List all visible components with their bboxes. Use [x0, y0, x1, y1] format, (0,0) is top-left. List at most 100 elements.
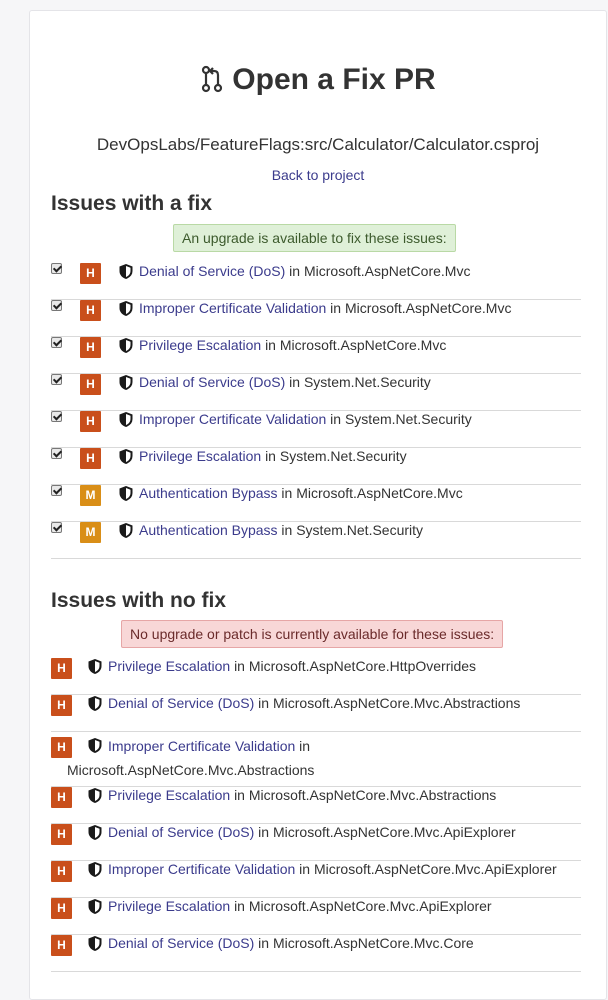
vulnerability-link[interactable]: Privilege Escalation	[139, 337, 261, 353]
severity-badge: H	[51, 824, 72, 845]
issue-text: Privilege Escalation in Microsoft.AspNet…	[139, 337, 446, 353]
in-word: in	[330, 300, 342, 316]
in-word: in	[234, 658, 245, 674]
in-word: in	[234, 898, 245, 914]
shield-icon	[87, 737, 103, 760]
in-word: in	[234, 787, 245, 803]
fixable-issue-row: H Privilege Escalation in System.Net.Secu…	[51, 448, 581, 485]
issue-checkbox[interactable]	[51, 337, 62, 348]
project-path: DevOpsLabs/FeatureFlags:src/Calculator/C…	[96, 135, 540, 154]
issue-text: Authentication Bypass in System.Net.Secu…	[139, 522, 423, 538]
package-name: System.Net.Security	[303, 374, 431, 390]
pull-request-icon	[202, 65, 223, 93]
vulnerability-link[interactable]: Improper Certificate Validation	[139, 300, 326, 316]
issue-text: Privilege Escalation in Microsoft.AspNet…	[108, 787, 496, 803]
package-name: Microsoft.AspNetCore.Mvc.ApiExplorer	[248, 898, 492, 914]
in-word: in	[299, 861, 311, 877]
in-word: in	[299, 738, 311, 754]
severity-badge: H	[51, 658, 72, 679]
vulnerability-link[interactable]: Improper Certificate Validation	[139, 411, 326, 427]
vulnerability-link[interactable]: Denial of Service (DoS)	[108, 935, 254, 951]
unfixable-issue-row: H Privilege Escalation in Microsoft.AspNe…	[51, 658, 581, 695]
severity-badge: H	[80, 448, 101, 469]
issues-with-fix-heading: Issues with a fix	[51, 192, 213, 215]
severity-badge: M	[80, 522, 101, 543]
shield-icon	[118, 448, 134, 465]
fixable-issue-row: H Improper Certificate Validation in Syst…	[51, 411, 581, 448]
unfixable-issue-row: H Improper Certificate Validation in Micro…	[51, 732, 581, 787]
package-name: Microsoft.AspNetCore.Mvc	[296, 485, 463, 501]
severity-badge: H	[51, 787, 72, 808]
upgrade-available-notice: An upgrade is available to fix these iss…	[173, 224, 456, 252]
in-word: in	[258, 935, 270, 951]
fixable-issue-row: H Privilege Escalation in Microsoft.AspNe…	[51, 337, 581, 374]
vulnerability-link[interactable]: Improper Certificate Validation	[108, 738, 295, 754]
unfixable-issue-row: H Privilege Escalation in Microsoft.AspNe…	[51, 787, 581, 824]
unfixable-issue-row: H Improper Certificate Validation in Micr…	[51, 861, 581, 898]
severity-badge: H	[51, 861, 72, 882]
package-name: Microsoft.AspNetCore.Mvc	[303, 263, 471, 279]
unfixable-issue-row: H Denial of Service (DoS) in Microsoft.As…	[51, 824, 581, 861]
in-word: in	[258, 695, 270, 711]
back-to-project-link[interactable]: Back to project	[30, 167, 606, 183]
package-name: Microsoft.AspNetCore.Mvc.Abstractions	[248, 787, 497, 803]
vulnerability-link[interactable]: Privilege Escalation	[139, 448, 261, 464]
page-title: Open a Fix PR	[30, 63, 606, 97]
severity-badge: H	[51, 898, 72, 919]
vulnerability-link[interactable]: Denial of Service (DoS)	[108, 695, 254, 711]
vulnerability-link[interactable]: Authentication Bypass	[139, 522, 278, 538]
no-upgrade-notice: No upgrade or patch is currently availab…	[121, 620, 504, 648]
package-name: Microsoft.AspNetCore.Mvc.ApiExplorer	[272, 824, 516, 840]
vulnerability-link[interactable]: Authentication Bypass	[139, 485, 278, 501]
vulnerability-link[interactable]: Improper Certificate Validation	[108, 861, 295, 877]
shield-icon	[87, 658, 103, 675]
shield-icon	[118, 485, 134, 502]
shield-icon	[87, 898, 103, 915]
issue-checkbox[interactable]	[51, 522, 62, 533]
unfixable-issue-row: H Privilege Escalation in Microsoft.AspNe…	[51, 898, 581, 935]
severity-badge: H	[51, 695, 72, 716]
severity-badge: H	[80, 411, 101, 432]
in-word: in	[258, 824, 270, 840]
issue-text: Privilege Escalation in System.Net.Secur…	[139, 448, 407, 464]
issue-text: Privilege Escalation in Microsoft.AspNet…	[108, 658, 476, 674]
shield-icon	[118, 522, 134, 539]
fixable-issue-row: H Denial of Service (DoS) in System.Net.S…	[51, 374, 581, 411]
severity-badge: M	[80, 485, 101, 506]
severity-badge: H	[80, 300, 101, 321]
shield-icon	[118, 411, 134, 428]
vulnerability-link[interactable]: Denial of Service (DoS)	[139, 263, 285, 279]
vulnerability-link[interactable]: Denial of Service (DoS)	[139, 374, 285, 390]
in-word: in	[265, 337, 276, 353]
package-name: System.Net.Security	[279, 448, 407, 464]
vulnerability-link[interactable]: Privilege Escalation	[108, 898, 230, 914]
issue-text: Privilege Escalation in Microsoft.AspNet…	[108, 898, 492, 914]
shield-icon	[118, 300, 134, 317]
issue-text: Improper Certificate Validation in Syste…	[139, 411, 472, 427]
main-card: Open a Fix PR DevOpsLabs/FeatureFlags:sr…	[29, 10, 607, 1000]
issue-checkbox[interactable]	[51, 300, 62, 311]
package-name: Microsoft.AspNetCore.Mvc	[344, 300, 512, 316]
severity-badge: H	[80, 374, 101, 395]
issue-checkbox[interactable]	[51, 263, 62, 274]
shield-icon	[87, 935, 103, 952]
issue-checkbox[interactable]	[51, 411, 62, 422]
shield-icon	[118, 337, 134, 354]
page-title-text: Open a Fix PR	[232, 63, 436, 96]
shield-icon	[118, 374, 134, 391]
vulnerability-link[interactable]: Privilege Escalation	[108, 658, 230, 674]
vulnerability-link[interactable]: Denial of Service (DoS)	[108, 824, 254, 840]
shield-icon	[87, 824, 103, 841]
package-name: Microsoft.AspNetCore.Mvc	[279, 337, 447, 353]
issue-text: Denial of Service (DoS) in Microsoft.Asp…	[108, 935, 474, 951]
in-word: in	[265, 448, 276, 464]
issue-checkbox[interactable]	[51, 374, 62, 385]
severity-badge: H	[80, 263, 101, 284]
issue-text: Authentication Bypass in Microsoft.AspNe…	[139, 485, 463, 501]
issue-checkbox[interactable]	[51, 448, 62, 459]
shield-icon	[87, 787, 103, 804]
issue-checkbox[interactable]	[51, 485, 62, 496]
package-name: Microsoft.AspNetCore.HttpOverrides	[248, 658, 477, 674]
fixable-issue-row: H Denial of Service (DoS) in Microsoft.As…	[51, 263, 581, 300]
vulnerability-link[interactable]: Privilege Escalation	[108, 787, 230, 803]
